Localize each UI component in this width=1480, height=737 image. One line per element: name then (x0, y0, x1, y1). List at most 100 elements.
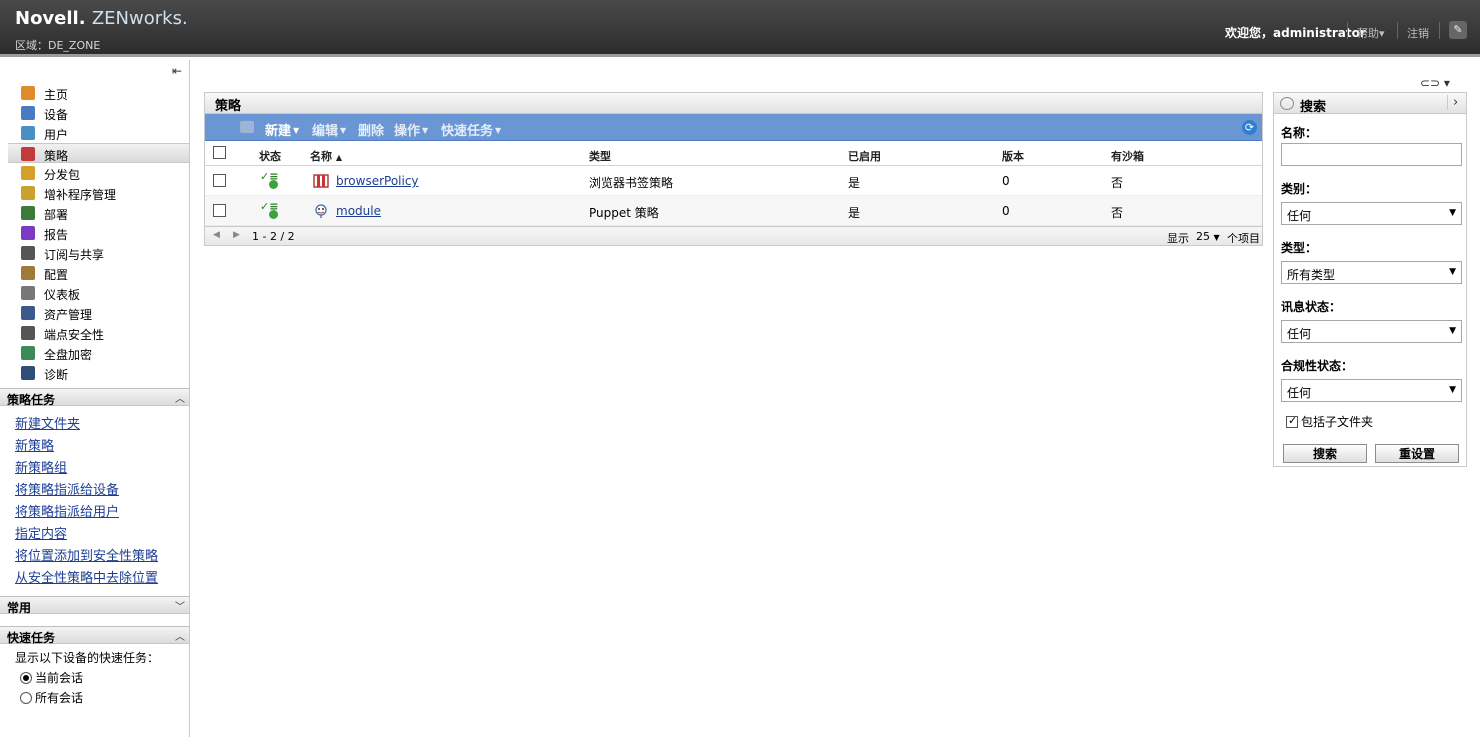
message-status-label: 讯息状态： (1281, 300, 1342, 314)
include-subfolders-checkbox[interactable]: 包括子文件夹 (1286, 413, 1373, 430)
diagnostics-icon (21, 366, 35, 380)
table-header: 状态 名称 ▲ 类型 已启用 版本 有沙箱 (205, 141, 1262, 166)
actions-menu-button[interactable]: 操作 ▼ (394, 120, 428, 139)
policy-task-link[interactable]: 将策略指派给设备 (15, 479, 119, 498)
policy-task-link[interactable]: 新建文件夹 (15, 413, 80, 432)
folder-icon[interactable] (240, 121, 254, 133)
radio-current-session[interactable]: 当前会话 (20, 669, 83, 686)
chevron-down-icon: ▼ (1449, 208, 1456, 218)
radio-button[interactable] (20, 692, 32, 704)
nav-item-full-disk-encryption[interactable]: 全盘加密 (8, 343, 189, 363)
nav-item-endpoint-security[interactable]: 端点安全性 (8, 323, 189, 343)
asset-management-icon (21, 306, 35, 320)
category-select[interactable]: 任何 ▼ (1281, 202, 1462, 225)
actions-label: 操作 (394, 124, 421, 139)
edit-label: 编辑 (312, 124, 339, 139)
nav-item-devices[interactable]: 设备 (8, 103, 189, 123)
brand-novell: Novell. (15, 8, 86, 29)
logout-link[interactable]: 注销 (1407, 25, 1429, 41)
search-button[interactable]: 搜索 (1283, 444, 1367, 463)
next-page-icon[interactable]: ▶ (233, 230, 240, 240)
policy-task-link[interactable]: 从安全性策略中去除位置 (15, 567, 158, 586)
column-version[interactable]: 版本 (1002, 148, 1024, 164)
policy-task-link[interactable]: 新策略组 (15, 457, 67, 476)
row-checkbox[interactable] (213, 174, 226, 187)
nav-item-policies[interactable]: 策略 (8, 143, 189, 163)
type-select[interactable]: 所有类型 ▼ (1281, 261, 1462, 284)
nav-item-label: 部署 (44, 208, 69, 222)
nav-item-bundles[interactable]: 分发包 (8, 163, 189, 183)
link-options-icon[interactable]: ⊂⊃ ▾ (1420, 76, 1450, 90)
help-link[interactable]: 帮助▾ (1357, 25, 1385, 41)
chevron-right-icon[interactable]: › (1447, 95, 1458, 110)
radio-button[interactable] (20, 672, 32, 684)
policy-task-link[interactable]: 新策略 (15, 435, 54, 454)
chevron-up-icon[interactable]: ︿ (175, 628, 185, 643)
brand-zenworks: ZENworks. (91, 8, 188, 29)
header-separator (1439, 22, 1440, 39)
nav-item-home[interactable]: 主页 (8, 83, 189, 103)
nav-item-patch-management[interactable]: 增补程序管理 (8, 183, 189, 203)
search-icon (1280, 97, 1294, 110)
chevron-down-icon: ▼ (1449, 385, 1456, 395)
column-sandbox[interactable]: 有沙箱 (1111, 148, 1144, 164)
radio-all-sessions[interactable]: 所有会话 (20, 689, 83, 706)
nav-item-label: 分发包 (44, 168, 81, 182)
nav-item-asset-management[interactable]: 资产管理 (8, 303, 189, 323)
select-all-checkbox[interactable] (213, 146, 226, 159)
column-enabled[interactable]: 已启用 (848, 148, 881, 164)
nav-item-users[interactable]: 用户 (8, 123, 189, 143)
new-menu-button[interactable]: 新建 ▼ (265, 120, 299, 139)
previous-page-icon[interactable]: ◀ (213, 230, 220, 240)
common-title: 常用 (7, 601, 32, 615)
wrench-icon[interactable]: ✎ (1449, 21, 1467, 39)
reset-button[interactable]: 重设置 (1375, 444, 1459, 463)
policy-tasks-header[interactable]: 策略任务 ︿ (0, 388, 189, 407)
delete-button[interactable]: 删除 (358, 120, 384, 139)
policies-panel: 策略 新建 ▼ 编辑 ▼ 删除 操作 ▼ 快速任务 ▼ ⟳ 状态 名称 ▲ 类型 已启用… (204, 92, 1263, 246)
policy-task-link[interactable]: 指定内容 (15, 523, 67, 542)
policy-type: Puppet 策略 (589, 206, 659, 220)
nav-item-configuration[interactable]: 配置 (8, 263, 189, 283)
subscriptions-icon (21, 246, 35, 260)
policy-task-link[interactable]: 将策略指派给用户 (15, 501, 119, 520)
nav-item-dashboard[interactable]: 仪表板 (8, 283, 189, 303)
nav-item-reports[interactable]: 报告 (8, 223, 189, 243)
policy-task-link[interactable]: 将位置添加到安全性策略 (15, 545, 158, 564)
configuration-icon (21, 266, 35, 280)
quick-tasks-header[interactable]: 快速任务 ︿ (0, 626, 189, 645)
common-header[interactable]: 常用 ﹀ (0, 596, 189, 615)
policy-version: 0 (1002, 174, 1010, 188)
row-checkbox[interactable] (213, 204, 226, 217)
show-label: 显示 (1167, 232, 1189, 245)
column-name[interactable]: 名称 ▲ (310, 148, 342, 164)
novell-zenworks-logo: Novell. ZENworks. (15, 8, 188, 29)
nav-item-subscriptions[interactable]: 订阅与共享 (8, 243, 189, 263)
policy-name-link[interactable]: browserPolicy (336, 174, 419, 188)
checkbox-checked[interactable] (1286, 414, 1298, 428)
deployment-icon (21, 206, 35, 220)
quick-tasks-label: 快速任务 (441, 124, 494, 139)
page-size-select[interactable]: 25 ▼ (1196, 230, 1220, 243)
message-status-select[interactable]: 任何 ▼ (1281, 320, 1462, 343)
nav-item-label: 订阅与共享 (44, 248, 105, 262)
edit-menu-button[interactable]: 编辑 ▼ (312, 120, 346, 139)
nav-item-diagnostics[interactable]: 诊断 (8, 363, 189, 383)
column-status[interactable]: 状态 (259, 148, 281, 164)
collapse-sidebar-icon[interactable]: ⇤ (172, 64, 186, 78)
nav-item-label: 主页 (44, 88, 69, 102)
policy-version: 0 (1002, 204, 1010, 218)
table-row[interactable]: ✓≡ browserPolicy 浏览器书签策略 是 0 否 (205, 166, 1262, 196)
category-value: 任何 (1287, 209, 1312, 223)
policy-name-link[interactable]: module (336, 204, 381, 218)
quick-tasks-menu-button[interactable]: 快速任务 ▼ (441, 120, 501, 139)
nav-item-deployment[interactable]: 部署 (8, 203, 189, 223)
name-search-input[interactable] (1281, 143, 1462, 166)
table-row[interactable]: ✓≡ module Puppet 策略 是 0 否 (205, 196, 1262, 226)
compliance-status-select[interactable]: 任何 ▼ (1281, 379, 1462, 402)
chevron-down-icon[interactable]: ﹀ (175, 598, 185, 613)
column-type[interactable]: 类型 (589, 148, 611, 164)
reports-icon (21, 226, 35, 240)
chevron-up-icon[interactable]: ︿ (175, 390, 185, 405)
refresh-icon[interactable]: ⟳ (1242, 120, 1257, 135)
